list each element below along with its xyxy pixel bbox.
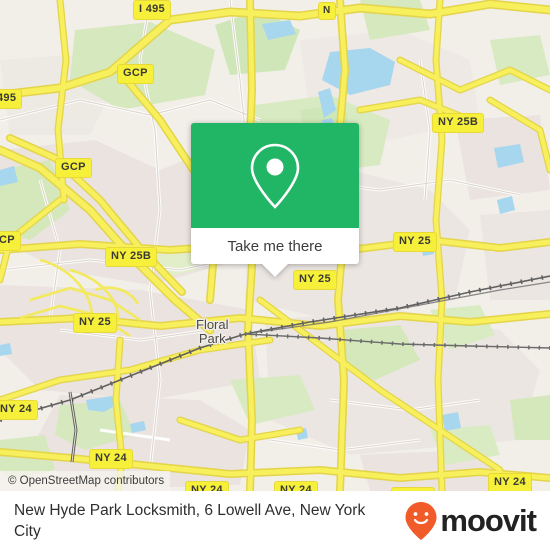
location-callout-card[interactable]: Take me there bbox=[191, 123, 359, 277]
road-shield-ny-24-e: NY 24 bbox=[488, 473, 532, 491]
road-shield-ny-25b-right: NY 25B bbox=[432, 113, 485, 133]
road-shield-i-495: I 495 bbox=[133, 0, 171, 20]
road-shield-route-n: N bbox=[318, 2, 336, 20]
callout-image-area bbox=[191, 123, 359, 228]
map-screenshot: I 495 N GCP 495 NY 25B GCP CP NY 25B NY 25 NY 25 N… bbox=[0, 0, 550, 550]
location-title: New Hyde Park Locksmith, 6 Lowell Ave, N… bbox=[14, 501, 366, 540]
moovit-smiley-pin-icon bbox=[405, 501, 437, 540]
road-shield-ny-24-edge: NY 24 bbox=[0, 400, 38, 420]
location-pin-icon bbox=[250, 143, 300, 209]
road-shield-ny-24-b: NY 24 bbox=[185, 481, 229, 491]
road-shield-ny-24-c: NY 24 bbox=[274, 481, 318, 491]
road-shield-ny-25-right: NY 25 bbox=[393, 232, 437, 252]
moovit-wordmark: moovit bbox=[440, 503, 537, 538]
footer-bar: New Hyde Park Locksmith, 6 Lowell Ave, N… bbox=[0, 491, 550, 550]
road-shield-ny-25-mid: NY 25 bbox=[293, 270, 337, 290]
road-shield-gcp-top: GCP bbox=[117, 64, 154, 84]
road-shield-gcp-left: CP bbox=[0, 231, 21, 251]
moovit-logo[interactable]: moovit bbox=[404, 501, 537, 541]
road-shield-ny-24-a: NY 24 bbox=[89, 449, 133, 469]
map-canvas[interactable]: I 495 N GCP 495 NY 25B GCP CP NY 25B NY 25 NY 25 N… bbox=[0, 0, 550, 491]
openstreetmap-attribution[interactable]: © OpenStreetMap contributors bbox=[0, 471, 171, 491]
take-me-there-label: Take me there bbox=[227, 237, 323, 255]
road-shield-ny-25-left: NY 25 bbox=[73, 313, 117, 333]
callout-action-area[interactable]: Take me there bbox=[191, 228, 359, 277]
road-shield-gcp-mid: GCP bbox=[55, 158, 92, 178]
road-shield-ny-25b-left: NY 25B bbox=[105, 247, 158, 267]
callout-pointer bbox=[262, 264, 288, 277]
road-shield-i-495-left: 495 bbox=[0, 89, 23, 109]
